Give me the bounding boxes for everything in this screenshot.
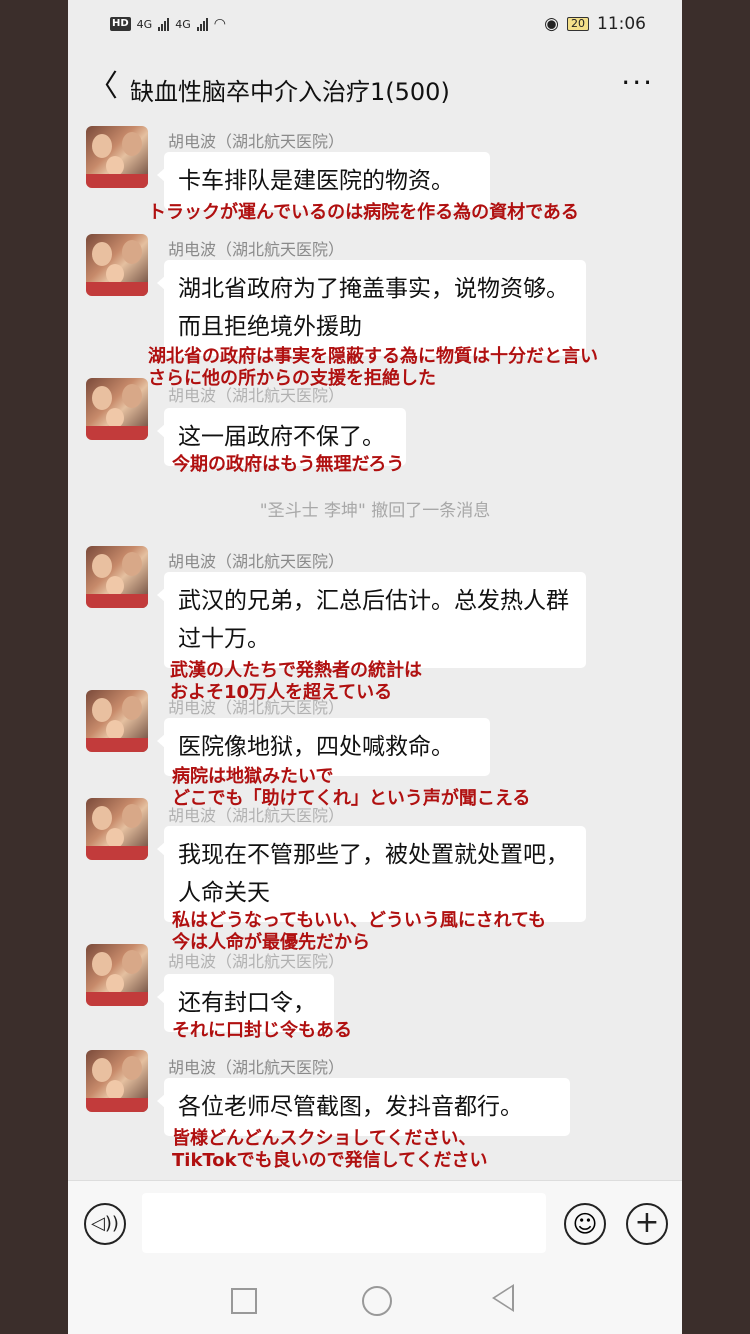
hd-badge: HD (110, 17, 131, 31)
avatar[interactable] (86, 1050, 148, 1112)
signal-icon (158, 17, 170, 31)
sender-name: 胡电波（湖北航天医院） (168, 952, 345, 971)
message-bubble[interactable]: 我现在不管那些了，被处置就处置吧，人命关天 (157, 826, 586, 922)
message-bubble[interactable]: 武汉的兄弟，汇总后估计。总发热人群过十万。 (157, 572, 586, 668)
system-nav-bar (68, 1266, 682, 1334)
phone-screen: HD 4G 4G ◠ ◉ 20 11:06 〈 缺血性脑卒中介入治疗1(500)… (68, 0, 682, 1334)
battery-icon: 20 (567, 17, 589, 31)
circle-icon[interactable] (362, 1286, 392, 1316)
sender-name: 胡电波（湖北航天医院） (168, 552, 345, 571)
avatar[interactable] (86, 546, 148, 608)
eye-icon: ◉ (544, 14, 559, 34)
sender-name: 胡电波（湖北航天医院） (168, 806, 345, 825)
avatar[interactable] (86, 126, 148, 188)
translation-caption: トラックが運んでいるのは病院を作る為の資材である (148, 202, 579, 223)
chevron-left-icon[interactable]: 〈 (88, 72, 118, 102)
back-triangle-icon[interactable] (492, 1284, 514, 1312)
translation-caption: 湖北省の政府は事実を隠蔽する為に物質は十分だと言い (148, 346, 598, 367)
wifi-icon: ◠ (213, 16, 226, 32)
avatar[interactable] (86, 690, 148, 752)
translation-caption: 武漢の人たちで発熱者の統計は (170, 660, 422, 681)
translation-caption: 病院は地獄みたいで (172, 766, 334, 787)
network-1-label: 4G (136, 17, 153, 31)
chat-title: 缺血性脑卒中介入治疗1(500) (130, 78, 450, 106)
emoji-icon[interactable]: ☺ (564, 1203, 606, 1245)
message-input[interactable] (142, 1193, 546, 1253)
sender-name: 胡电波（湖北航天医院） (168, 386, 345, 405)
title-bar: 〈 缺血性脑卒中介入治疗1(500) ··· (68, 52, 682, 124)
sender-name: 胡电波（湖北航天医院） (168, 240, 345, 259)
status-left: HD 4G 4G ◠ (110, 16, 226, 32)
plus-icon[interactable]: + (626, 1203, 668, 1245)
signal-icon (196, 17, 208, 31)
clock: 11:06 (597, 14, 646, 34)
sender-name: 胡电波（湖北航天医院） (168, 132, 345, 151)
translation-caption: TikTokでも良いので発信してください (172, 1150, 488, 1171)
translation-caption: 私はどうなってもいい、どういう風にされても (172, 910, 547, 931)
translation-caption: 今期の政府はもう無理だろう (172, 454, 405, 475)
avatar[interactable] (86, 798, 148, 860)
avatar[interactable] (86, 378, 148, 440)
chat-area[interactable]: 胡电波（湖北航天医院） 卡车排队是建医院的物资。 トラックが運んでいるのは病院を… (68, 124, 682, 1180)
sender-name: 胡电波（湖北航天医院） (168, 1058, 345, 1077)
status-bar: HD 4G 4G ◠ ◉ 20 11:06 (68, 0, 682, 52)
avatar[interactable] (86, 234, 148, 296)
sender-name: 胡电波（湖北航天医院） (168, 698, 345, 717)
translation-caption: それに口封じ令もある (172, 1020, 352, 1041)
avatar[interactable] (86, 944, 148, 1006)
voice-icon[interactable]: ◁)) (84, 1203, 126, 1245)
network-2-label: 4G (175, 17, 191, 31)
status-right: ◉ 20 11:06 (544, 14, 646, 34)
system-message: "圣斗士 李坤" 撤回了一条消息 (259, 501, 491, 521)
translation-caption: 皆様どんどんスクショしてください、 (172, 1128, 477, 1149)
input-bar: ◁)) ☺ + (68, 1180, 682, 1267)
square-icon[interactable] (231, 1288, 257, 1314)
more-icon[interactable]: ··· (621, 66, 654, 99)
message-bubble[interactable]: 湖北省政府为了掩盖事实，说物资够。而且拒绝境外援助 (157, 260, 586, 356)
